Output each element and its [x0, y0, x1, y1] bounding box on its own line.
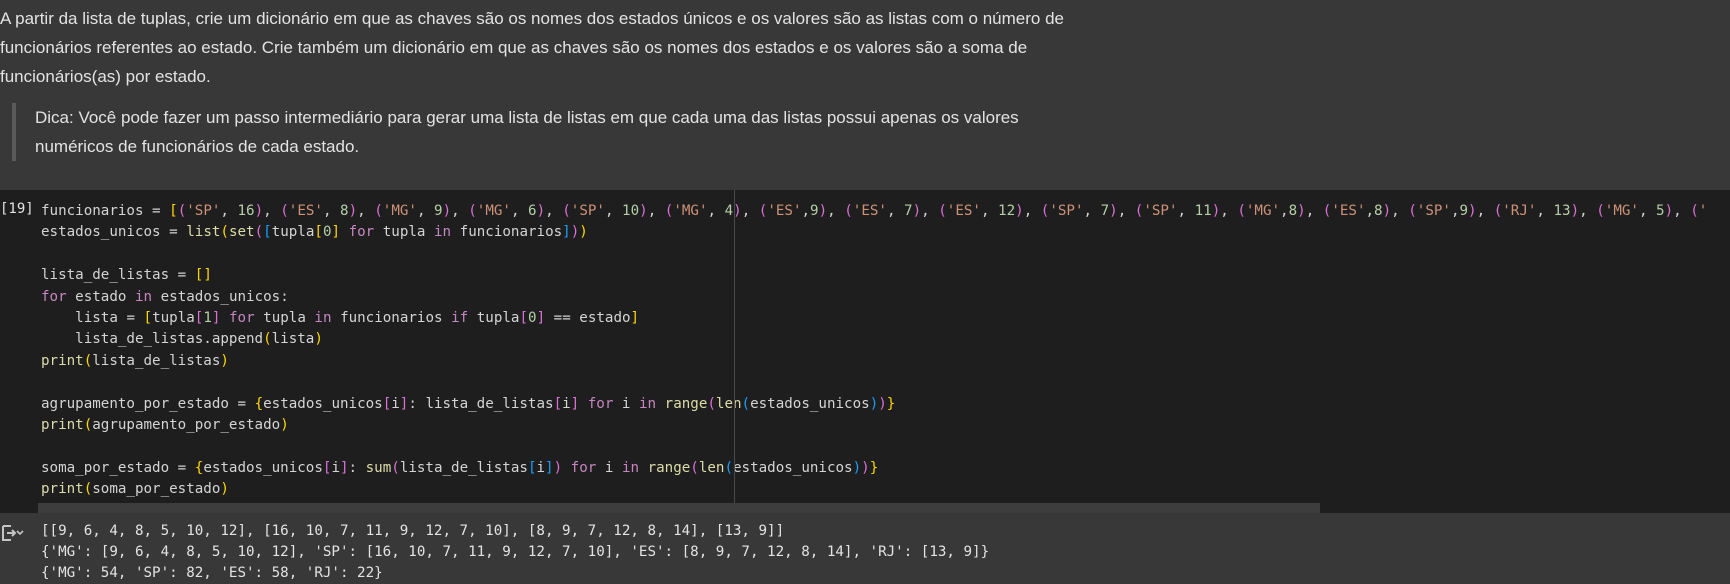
horizontal-scrollbar[interactable] [38, 503, 1320, 513]
code-line[interactable]: funcionarios = [('SP', 16), ('ES', 8), (… [41, 201, 1707, 222]
markdown-cell[interactable]: A partir da lista de tuplas, crie um dic… [0, 0, 1730, 190]
output-toggle-icon[interactable] [0, 523, 24, 543]
execution-count: [19] [0, 201, 34, 217]
tip-blockquote: Dica: Você pode fazer um passo intermedi… [12, 103, 1075, 161]
output-line: [[9, 6, 4, 8, 5, 10, 12], [16, 10, 7, 11… [41, 523, 785, 539]
code-line[interactable]: soma_por_estado = {estados_unicos[i]: su… [41, 458, 1707, 479]
code-line[interactable]: print(agrupamento_por_estado) [41, 415, 1707, 436]
code-line[interactable]: for estado in estados_unicos: [41, 287, 1707, 308]
code-editor[interactable]: funcionarios = [('SP', 16), ('ES', 8), (… [41, 201, 1707, 500]
code-line[interactable]: print(soma_por_estado) [41, 479, 1707, 500]
output-line: {'MG': [9, 6, 4, 8, 5, 10, 12], 'SP': [1… [41, 544, 990, 560]
output-area: [[9, 6, 4, 8, 5, 10, 12], [16, 10, 7, 11… [0, 513, 1730, 581]
code-line[interactable]: lista_de_listas = [] [41, 265, 1707, 286]
code-line[interactable]: agrupamento_por_estado = {estados_unicos… [41, 394, 1707, 415]
output-line: {'MG': 54, 'SP': 82, 'ES': 58, 'RJ': 22} [41, 565, 383, 581]
ruler-line [734, 190, 735, 513]
code-line[interactable] [41, 436, 1707, 457]
code-line[interactable] [41, 244, 1707, 265]
code-line[interactable]: lista_de_listas.append(lista) [41, 329, 1707, 350]
code-line[interactable]: lista = [tupla[1] for tupla in funcionar… [41, 308, 1707, 329]
cell-output: [[9, 6, 4, 8, 5, 10, 12], [16, 10, 7, 11… [41, 521, 989, 584]
instruction-paragraph: A partir da lista de tuplas, crie um dic… [0, 9, 1064, 86]
code-line[interactable]: estados_unicos = list(set([tupla[0] for … [41, 222, 1707, 243]
code-line[interactable]: print(lista_de_listas) [41, 351, 1707, 372]
code-cell[interactable]: [19] funcionarios = [('SP', 16), ('ES', … [0, 190, 1730, 513]
code-line[interactable] [41, 372, 1707, 393]
